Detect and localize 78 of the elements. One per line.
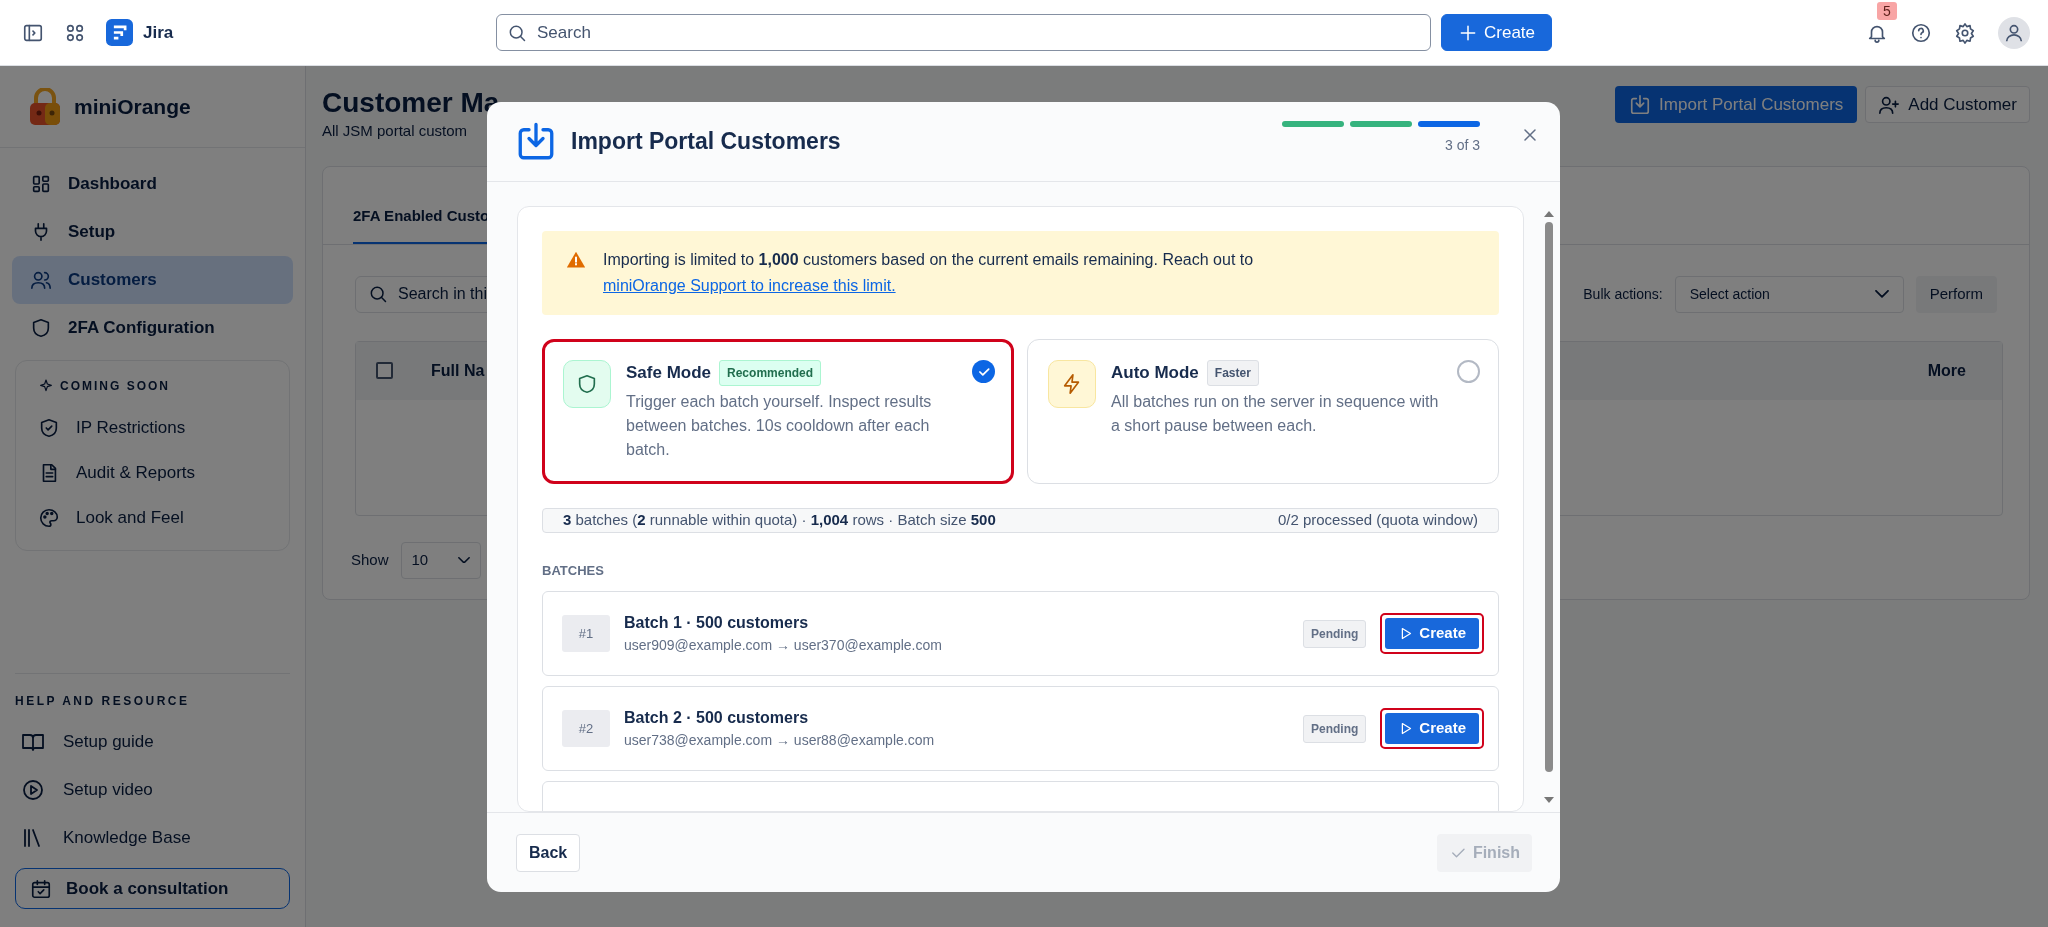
dashboard-icon xyxy=(30,173,52,195)
mode-description: Trigger each batch yourself. Inspect results between batches. 10s cooldown after each batch. xyxy=(626,392,933,460)
section-label: BATCHES xyxy=(542,561,605,580)
processed-status: 0/2 processed (quota window) xyxy=(1277,510,1478,530)
import-button[interactable]: Import Portal Customers xyxy=(1615,86,1858,123)
shield-icon xyxy=(576,373,598,395)
mode-tag: Recommended xyxy=(719,360,822,386)
batch-summary: 3 batches (2 runnable within quota) · 1,004 rows · Batch size 500 xyxy=(563,510,996,530)
calendar-icon xyxy=(30,877,52,900)
user-avatar[interactable] xyxy=(1998,16,2030,49)
users-icon xyxy=(30,269,52,291)
add-customer-button[interactable]: Add Customer xyxy=(1865,86,2030,123)
play-icon xyxy=(21,778,45,802)
batch-email-range: user738@example.com → user88@example.com xyxy=(624,731,935,750)
create-batch-button[interactable]: Create xyxy=(1385,618,1479,649)
help-link[interactable]: Setup video xyxy=(15,766,290,814)
radio-indicator[interactable] xyxy=(1457,360,1480,383)
scroll-down-arrow-icon[interactable] xyxy=(1543,796,1555,804)
help-link[interactable]: Knowledge Base xyxy=(15,814,290,862)
scroll-up-arrow-icon[interactable] xyxy=(1543,210,1555,218)
show-label: Show xyxy=(351,549,389,570)
search-icon xyxy=(368,284,388,305)
sidebar-item[interactable]: Dashboard xyxy=(12,160,293,208)
chevron-down-icon xyxy=(1874,290,1889,298)
mode-tag: Faster xyxy=(1206,360,1259,386)
app-name: Jira xyxy=(143,21,174,44)
bulk-action-select[interactable]: Select action xyxy=(1674,275,1904,313)
batch-title: Batch 2 · 500 customers xyxy=(624,708,810,728)
bulk-actions-label: Bulk actions: xyxy=(1583,284,1663,304)
sidebar-item[interactable]: Customers xyxy=(12,256,293,304)
step-counter: 3 of 3 xyxy=(1444,136,1480,155)
create-button[interactable]: Create xyxy=(1441,14,1552,51)
search-field[interactable]: Search xyxy=(496,14,1431,51)
sidebar-item[interactable]: Audit & Reports xyxy=(24,450,281,495)
mode-title: Safe Mode xyxy=(626,362,712,385)
section-label: COMING SOON xyxy=(60,378,170,395)
lock-logo-icon xyxy=(28,87,62,126)
chevron-down-icon xyxy=(457,556,470,564)
palette-icon xyxy=(38,506,60,529)
warning-icon xyxy=(566,250,586,270)
shield-icon xyxy=(30,317,52,339)
dialog-title: Import Portal Customers xyxy=(571,127,841,156)
batch-title: Batch 1 · 500 customers xyxy=(624,613,810,633)
batch-number: #2 xyxy=(562,710,610,747)
page-size-select[interactable]: 10 xyxy=(400,541,481,579)
batch-email-range: user909@example.com → user370@example.com xyxy=(624,636,942,655)
back-button[interactable]: Back xyxy=(516,833,581,872)
batch-number: #1 xyxy=(562,615,610,652)
page-subtitle: All JSM portal custom xyxy=(322,120,469,141)
support-link[interactable]: miniOrange Support to increase this limit. xyxy=(603,277,896,294)
shield-check-icon xyxy=(38,416,60,439)
sidebar-item[interactable]: IP Restrictions xyxy=(24,405,281,450)
select-all-checkbox[interactable] xyxy=(376,362,393,380)
help-icon[interactable] xyxy=(1910,21,1932,44)
status-tag: Pending xyxy=(1302,619,1367,648)
column-header: Full Na xyxy=(431,360,485,381)
import-icon xyxy=(1629,93,1652,116)
mode-option-card[interactable]: Safe Mode Recommended Trigger each batch yourself. Inspect results between batches. 10s cooldown after each batch. xyxy=(542,339,1014,484)
app-logo-icon[interactable] xyxy=(106,19,133,46)
help-link[interactable]: Setup guide xyxy=(15,718,290,766)
radio-indicator[interactable] xyxy=(972,360,995,383)
sidebar-item[interactable]: 2FA Configuration xyxy=(12,304,293,352)
sidebar-item[interactable]: Look and Feel xyxy=(24,495,281,540)
settings-icon[interactable] xyxy=(1954,21,1976,44)
mode-title: Auto Mode xyxy=(1111,362,1199,385)
section-label: HELP AND RESOURCE xyxy=(15,693,191,710)
create-batch-button[interactable]: Create xyxy=(1385,713,1479,744)
column-header: More xyxy=(1927,360,1966,381)
alert-message: Importing is limited to 1,000 customers based on the current emails remaining. Reach out to miniOrange Support to increase this limit. xyxy=(603,250,1255,296)
mode-description: All batches run on the server in sequence with a short pause between each. xyxy=(1111,392,1440,436)
mode-option-card[interactable]: Auto Mode Faster All batches run on the server in sequence with a short pause between each. xyxy=(1027,339,1499,484)
sidebar-item[interactable]: Setup xyxy=(12,208,293,256)
sparkle-icon xyxy=(38,378,54,394)
book-consultation-button[interactable]: Book a consultation xyxy=(15,868,290,909)
notification-count: 5 xyxy=(1877,1,1897,20)
status-tag: Pending xyxy=(1302,714,1367,743)
scrollbar-thumb[interactable] xyxy=(1545,222,1553,772)
brand-name: miniOrange xyxy=(74,93,191,120)
